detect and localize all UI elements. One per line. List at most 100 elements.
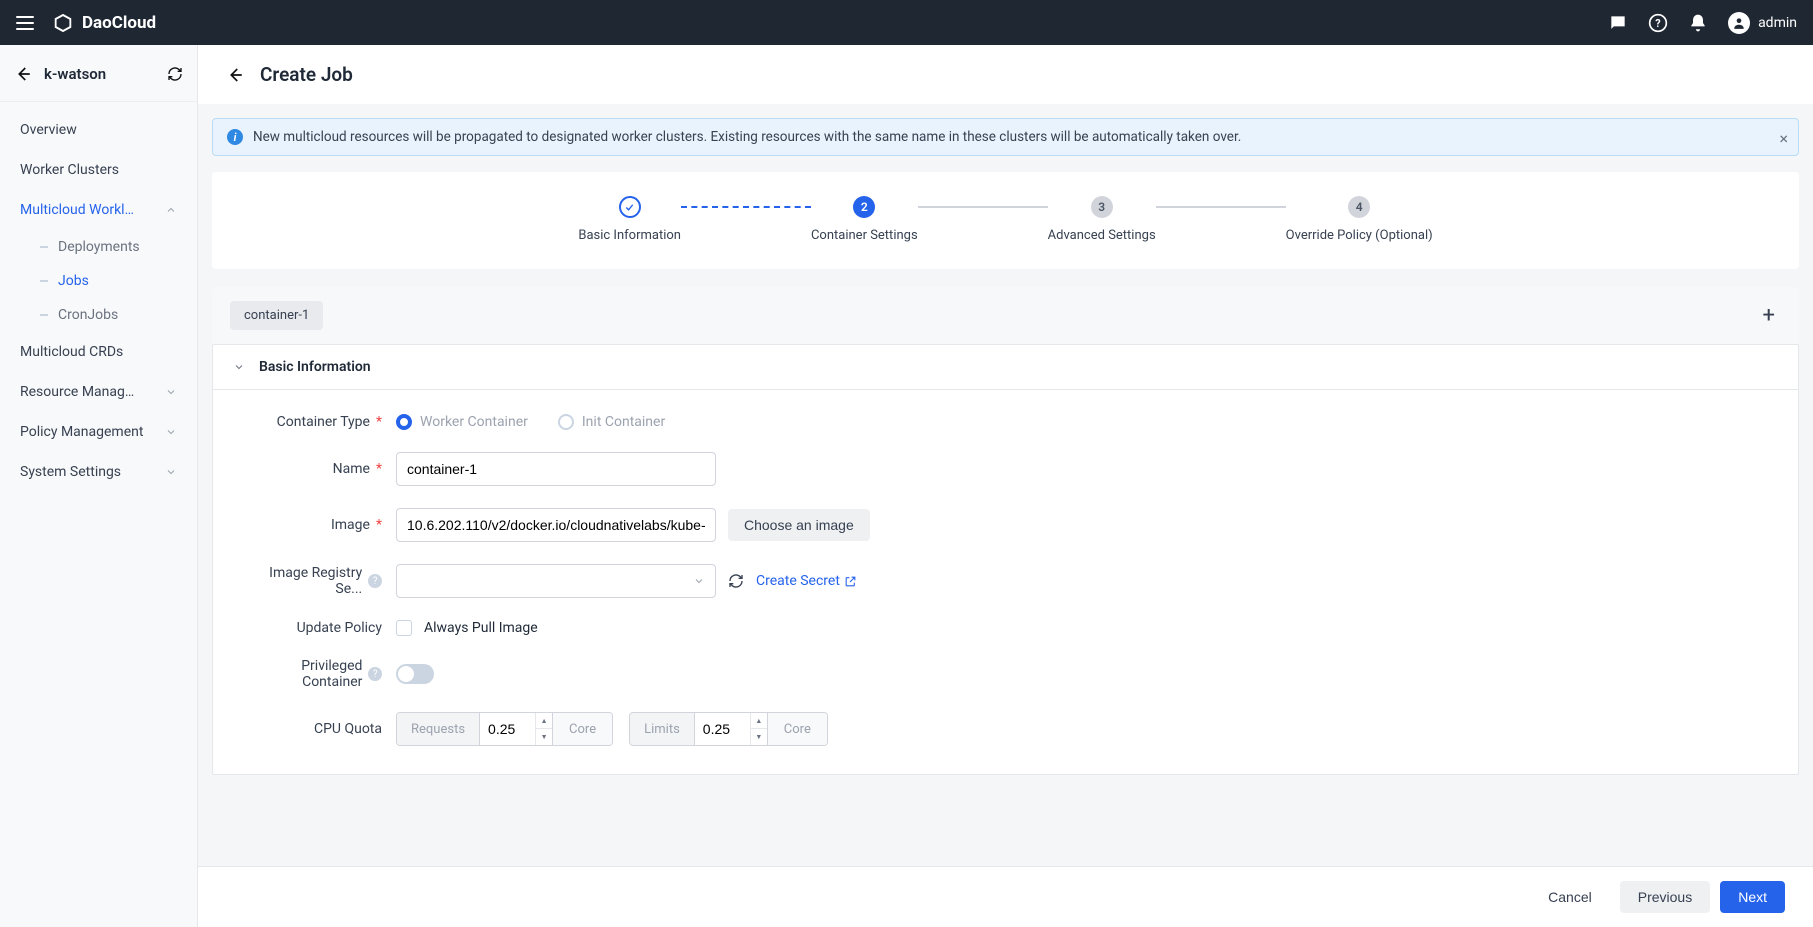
avatar-icon xyxy=(1728,12,1750,34)
cluster-name: k-watson xyxy=(44,65,106,83)
sidebar-item-jobs[interactable]: Jobs xyxy=(0,264,197,298)
container-tabs: container-1 + xyxy=(212,287,1799,344)
previous-button[interactable]: Previous xyxy=(1620,881,1710,913)
row-image-registry-secret: Image Registry Se...? Create Secret xyxy=(241,564,1770,598)
form-card: container-1 + Basic Information Containe… xyxy=(212,287,1799,775)
step-circle: 2 xyxy=(853,196,875,218)
topbar: DaoCloud ? admin xyxy=(0,0,1813,45)
sidebar-item-policy-management[interactable]: Policy Management xyxy=(0,412,197,452)
stepper-icon[interactable]: ▲▼ xyxy=(535,713,553,745)
privileged-toggle[interactable] xyxy=(396,664,434,684)
topbar-left: DaoCloud xyxy=(16,12,156,34)
unit-label: Core xyxy=(553,713,612,745)
cancel-button[interactable]: Cancel xyxy=(1530,881,1610,913)
sidebar-item-resource-management[interactable]: Resource Manage... xyxy=(0,372,197,412)
name-input[interactable] xyxy=(396,452,716,486)
sidebar-item-cronjobs[interactable]: CronJobs xyxy=(0,298,197,332)
stepper-card: Basic Information 2 Container Settings 3… xyxy=(212,172,1799,269)
sidebar-item-multicloud-workloads[interactable]: Multicloud Worklo... xyxy=(0,190,197,230)
chevron-down-icon xyxy=(165,426,177,438)
cpu-limits-group: Limits ▲▼ Core xyxy=(629,712,828,746)
row-cpu-quota: CPU Quota Requests ▲▼ Core Limits xyxy=(241,712,1770,746)
next-button[interactable]: Next xyxy=(1720,881,1785,913)
image-input[interactable] xyxy=(396,508,716,542)
row-privileged: Privileged Container? xyxy=(241,658,1770,690)
row-container-type: Container Type* Worker Container Init Co… xyxy=(241,414,1770,430)
sidebar-item-worker-clusters[interactable]: Worker Clusters xyxy=(0,150,197,190)
cpu-limits-input[interactable] xyxy=(695,713,750,745)
info-alert: i New multicloud resources will be propa… xyxy=(212,118,1799,156)
refresh-icon[interactable] xyxy=(167,66,183,82)
message-icon[interactable] xyxy=(1608,13,1628,33)
page-title: Create Job xyxy=(260,63,353,86)
user-menu[interactable]: admin xyxy=(1728,12,1797,34)
step-2[interactable]: 2 Container Settings xyxy=(811,196,918,243)
registry-secret-select[interactable] xyxy=(396,564,716,598)
info-icon: i xyxy=(227,129,243,145)
footer-bar: Cancel Previous Next xyxy=(198,866,1813,927)
sidebar-header: k-watson xyxy=(0,59,197,102)
cpu-requests-input[interactable] xyxy=(480,713,535,745)
sidebar-item-system-settings[interactable]: System Settings xyxy=(0,452,197,492)
choose-image-button[interactable]: Choose an image xyxy=(728,509,870,541)
page-back-icon[interactable] xyxy=(226,66,244,84)
always-pull-checkbox[interactable] xyxy=(396,620,412,636)
brand-name: DaoCloud xyxy=(82,13,156,33)
radio-worker-container[interactable]: Worker Container xyxy=(396,414,528,430)
sidebar-item-overview[interactable]: Overview xyxy=(0,110,197,150)
help-icon[interactable]: ? xyxy=(1648,13,1668,33)
add-container-button[interactable]: + xyxy=(1757,303,1781,328)
step-connector xyxy=(681,206,811,208)
row-name: Name* xyxy=(241,452,1770,486)
check-icon xyxy=(619,196,641,218)
sidebar-item-deployments[interactable]: Deployments xyxy=(0,230,197,264)
radio-init-container[interactable]: Init Container xyxy=(558,414,665,430)
step-1[interactable]: Basic Information xyxy=(578,196,681,243)
step-circle: 3 xyxy=(1091,196,1113,218)
limits-label: Limits xyxy=(630,713,695,745)
back-arrow-icon[interactable] xyxy=(14,65,32,83)
brand-logo-icon xyxy=(52,12,74,34)
close-icon[interactable]: × xyxy=(1779,129,1788,148)
create-secret-link[interactable]: Create Secret xyxy=(756,573,857,589)
basic-info-panel: Basic Information Container Type* Worker… xyxy=(212,344,1799,775)
topbar-right: ? admin xyxy=(1608,12,1797,34)
chevron-down-icon xyxy=(165,386,177,398)
chevron-down-icon xyxy=(233,361,245,373)
requests-label: Requests xyxy=(397,713,480,745)
panel-header[interactable]: Basic Information xyxy=(213,345,1798,390)
chevron-down-icon xyxy=(693,575,705,587)
refresh-icon[interactable] xyxy=(728,573,744,589)
cpu-requests-group: Requests ▲▼ Core xyxy=(396,712,613,746)
unit-label: Core xyxy=(768,713,827,745)
step-circle: 4 xyxy=(1348,196,1370,218)
always-pull-label: Always Pull Image xyxy=(424,620,538,636)
external-link-icon xyxy=(844,575,857,588)
row-image: Image* Choose an image xyxy=(241,508,1770,542)
step-3[interactable]: 3 Advanced Settings xyxy=(1048,196,1156,243)
step-connector xyxy=(918,206,1048,208)
content: i New multicloud resources will be propa… xyxy=(198,104,1813,866)
step-4[interactable]: 4 Override Policy (Optional) xyxy=(1286,196,1433,243)
chevron-up-icon xyxy=(165,204,177,216)
sidebar-item-multicloud-crds[interactable]: Multicloud CRDs xyxy=(0,332,197,372)
sidebar: k-watson Overview Worker Clusters Multic… xyxy=(0,45,198,927)
stepper-icon[interactable]: ▲▼ xyxy=(750,713,768,745)
panel-title: Basic Information xyxy=(259,359,371,375)
svg-text:?: ? xyxy=(1655,17,1660,30)
brand[interactable]: DaoCloud xyxy=(52,12,156,34)
panel-body: Container Type* Worker Container Init Co… xyxy=(213,390,1798,774)
step-connector xyxy=(1156,206,1286,208)
username: admin xyxy=(1758,15,1797,31)
container-tab-1[interactable]: container-1 xyxy=(230,301,323,330)
row-update-policy: Update Policy Always Pull Image xyxy=(241,620,1770,636)
help-icon[interactable]: ? xyxy=(368,574,382,588)
bell-icon[interactable] xyxy=(1688,13,1708,33)
radio-icon xyxy=(558,414,574,430)
chevron-down-icon xyxy=(165,466,177,478)
page-header: Create Job xyxy=(198,45,1813,104)
menu-icon[interactable] xyxy=(16,16,34,30)
stepper: Basic Information 2 Container Settings 3… xyxy=(212,196,1799,243)
main: Create Job i New multicloud resources wi… xyxy=(198,45,1813,927)
help-icon[interactable]: ? xyxy=(368,667,382,681)
